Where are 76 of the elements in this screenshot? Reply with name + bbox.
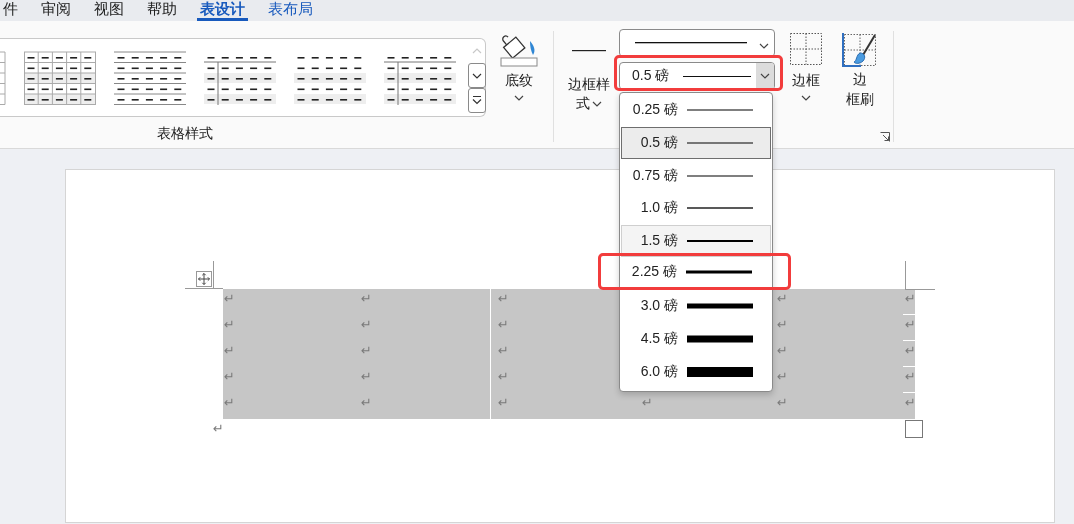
cell-end-mark: ↵	[224, 369, 235, 384]
line-weight-icon	[687, 333, 753, 346]
ribbon-tab[interactable]: 表布局	[265, 0, 316, 21]
button-label: 边框	[792, 71, 820, 90]
expand-icon	[472, 96, 482, 105]
caret-icon	[592, 100, 602, 107]
pen-style-dropdown[interactable]	[619, 29, 775, 57]
cell-end-mark: ↵	[361, 291, 372, 306]
cell-end-mark: ↵	[361, 369, 372, 384]
row-end-mark: ↵	[905, 343, 916, 358]
weight-option[interactable]: 4.5 磅	[621, 322, 771, 356]
dropdown-value: 0.5 磅	[632, 67, 670, 85]
ribbon-tab[interactable]: 帮助	[144, 0, 180, 21]
chevron-down-icon	[472, 72, 482, 79]
chevron-up-icon	[472, 47, 482, 54]
button-label: 式	[576, 94, 590, 113]
button-label: 边	[853, 70, 867, 89]
paintbrush-grid-icon	[841, 31, 879, 69]
cell-end-mark: ↵	[224, 343, 235, 358]
chevron-down-icon	[760, 73, 770, 79]
weight-option[interactable]: 2.25 磅	[598, 253, 791, 291]
dialog-launcher-icon[interactable]	[880, 132, 890, 142]
row-end-mark: ↵	[905, 369, 916, 384]
cell-end-mark: ↵	[498, 317, 509, 332]
cell-end-mark: ↵	[361, 317, 372, 332]
weight-option[interactable]: 6.0 磅	[621, 355, 771, 389]
cell-end-mark: ↵	[224, 317, 235, 332]
cell-end-mark: ↵	[498, 395, 509, 410]
border-painter-button[interactable]: 边 框刷	[838, 31, 882, 109]
weight-option[interactable]: 3.0 磅	[621, 290, 771, 323]
weight-option[interactable]: 0.75 磅	[621, 159, 771, 192]
borders-grid-icon	[789, 32, 823, 66]
cell-end-mark: ↵	[361, 395, 372, 410]
caret-icon	[514, 95, 524, 101]
line-weight-icon	[687, 365, 753, 378]
move-handle-icon[interactable]	[196, 271, 212, 287]
weight-option[interactable]: 0.5 磅	[621, 126, 771, 160]
more-styles-button[interactable]	[468, 88, 486, 113]
group-label: 表格样式	[156, 124, 214, 142]
cell-end-mark: ↵	[361, 343, 372, 358]
ribbon-tab[interactable]: 视图	[91, 0, 127, 21]
solid-line-icon	[635, 41, 747, 45]
button-label: 框刷	[846, 90, 874, 109]
row-end-mark: ↵	[905, 395, 916, 410]
cell-end-mark: ↵	[777, 395, 788, 410]
cell-end-mark: ↵	[777, 343, 788, 358]
button-label: 边框样	[568, 75, 610, 94]
shading-button[interactable]: 底纹	[497, 31, 541, 101]
caret-icon	[801, 95, 811, 101]
table-resize-handle[interactable]	[905, 420, 923, 438]
cell-end-mark: ↵	[777, 317, 788, 332]
button-label: 底纹	[505, 71, 533, 90]
ribbon-tab[interactable]: 审阅	[38, 0, 74, 21]
line-weight-icon	[683, 74, 752, 78]
cell-end-mark: ↵	[224, 291, 235, 306]
weight-option[interactable]: 1.0 磅	[621, 192, 771, 225]
row-end-mark: ↵	[905, 291, 916, 306]
weight-option[interactable]: 0.25 磅	[621, 94, 771, 127]
chevron-down-icon	[759, 42, 769, 49]
cell-end-mark: ↵	[498, 291, 509, 306]
pen-weight-dropdown[interactable]: 0.5 磅	[619, 62, 775, 90]
paragraph-mark: ↵	[213, 421, 225, 436]
ribbon-tab[interactable]: 件	[0, 0, 21, 21]
cell-end-mark: ↵	[498, 369, 509, 384]
line-style-icon	[572, 50, 606, 52]
borders-button[interactable]: 边框	[787, 31, 825, 101]
weight-option[interactable]: 1.5 磅	[621, 224, 771, 258]
cell-end-mark: ↵	[224, 395, 235, 410]
cell-end-mark: ↵	[642, 395, 653, 410]
border-styles-button[interactable]: 边框样 式	[565, 31, 613, 113]
cell-end-mark: ↵	[777, 369, 788, 384]
row-end-mark: ↵	[905, 317, 916, 332]
cell-end-mark: ↵	[777, 291, 788, 306]
cell-end-mark: ↵	[498, 343, 509, 358]
scroll-down-button[interactable]	[468, 63, 486, 88]
dropdown-arrow-button[interactable]	[756, 63, 774, 89]
